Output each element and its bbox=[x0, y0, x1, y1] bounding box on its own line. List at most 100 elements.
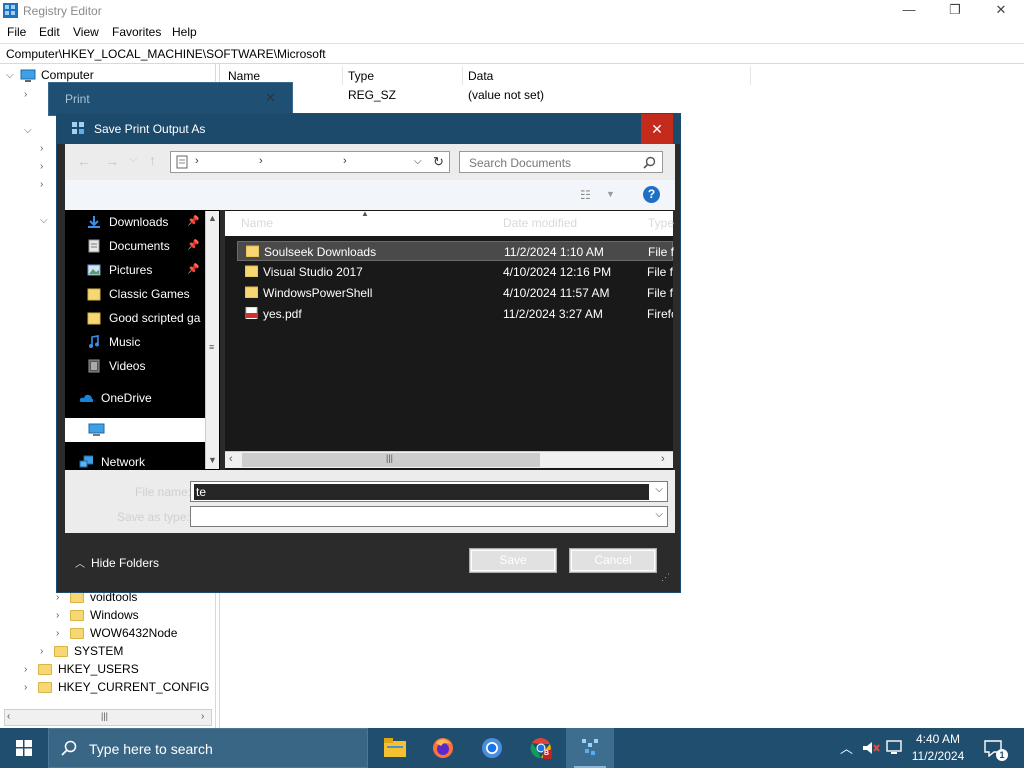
refresh-icon[interactable]: ↻ bbox=[433, 154, 444, 170]
scroll-thumb[interactable]: ||| bbox=[242, 453, 540, 467]
nav-item-network[interactable]: Network bbox=[79, 452, 145, 472]
save-as-type-select[interactable]: ⌵ bbox=[190, 506, 668, 527]
title-bar[interactable]: Registry Editor — ❐ ✕ bbox=[0, 0, 1024, 22]
chevron-right-icon[interactable]: › bbox=[40, 646, 50, 657]
menu-file[interactable]: File bbox=[7, 25, 26, 39]
resize-grip-icon[interactable]: ⋰ bbox=[661, 572, 670, 583]
chevron-down-icon[interactable]: ⌵ bbox=[655, 509, 663, 520]
taskbar-file-explorer[interactable] bbox=[370, 728, 418, 768]
scroll-right-icon[interactable]: › bbox=[661, 453, 665, 465]
nav-item-music[interactable]: Music bbox=[87, 332, 140, 352]
close-button[interactable]: ✕ bbox=[978, 0, 1024, 22]
view-options-icon[interactable]: ☷ bbox=[580, 188, 591, 202]
taskbar-search-placeholder: Type here to search bbox=[89, 741, 213, 757]
scroll-left-icon[interactable]: ‹ bbox=[229, 453, 233, 465]
menu-edit[interactable]: Edit bbox=[39, 25, 60, 39]
nav-item-pictures[interactable]: Pictures bbox=[87, 260, 152, 280]
hide-folders-toggle[interactable]: ︿ Hide Folders bbox=[75, 555, 159, 570]
network-status-icon[interactable] bbox=[886, 740, 904, 756]
tree-node-wow6432node[interactable]: › WOW6432Node bbox=[56, 624, 177, 642]
chevron-right-icon[interactable]: › bbox=[56, 628, 66, 639]
tree-node[interactable]: › bbox=[40, 139, 54, 157]
tree-node[interactable]: › bbox=[40, 175, 54, 193]
taskbar-search-box[interactable]: Type here to search bbox=[48, 728, 368, 768]
firefox-icon bbox=[433, 738, 453, 758]
minimize-button[interactable]: — bbox=[886, 0, 932, 22]
recent-locations-icon[interactable]: ⌵ bbox=[129, 153, 137, 166]
taskbar-firefox[interactable] bbox=[419, 728, 467, 768]
nav-item-classic-games[interactable]: Classic Games bbox=[87, 284, 190, 304]
column-header-name[interactable]: Name bbox=[241, 216, 273, 230]
menu-help[interactable]: Help bbox=[172, 25, 197, 39]
search-documents-input[interactable]: Search Documents bbox=[459, 151, 663, 173]
scroll-up-icon[interactable]: ▲ bbox=[208, 213, 217, 223]
breadcrumb-chevron-icon[interactable]: › bbox=[195, 155, 199, 167]
file-list-horizontal-scrollbar[interactable]: ‹ ||| › bbox=[225, 451, 673, 468]
address-dropdown-icon[interactable]: ⌵ bbox=[414, 156, 422, 167]
chevron-right-icon[interactable]: › bbox=[24, 664, 34, 675]
dialog-close-button[interactable]: ✕ bbox=[641, 114, 673, 144]
chevron-right-icon[interactable]: › bbox=[56, 610, 66, 621]
file-row-yes-pdf[interactable]: yes.pdf 11/2/2024 3:27 AM Firefo bbox=[237, 304, 673, 324]
forward-arrow-icon[interactable]: → bbox=[105, 153, 119, 169]
save-button[interactable]: Save bbox=[469, 548, 557, 573]
taskbar-registry-editor[interactable] bbox=[566, 728, 614, 768]
documents-icon bbox=[88, 239, 100, 253]
dialog-title-bar[interactable]: Save Print Output As ✕ bbox=[57, 114, 680, 144]
tree-node[interactable]: › bbox=[24, 85, 38, 103]
file-row-windowspowershell[interactable]: WindowsPowerShell 4/10/2024 11:57 AM Fil… bbox=[237, 283, 673, 303]
menu-view[interactable]: View bbox=[73, 25, 99, 39]
nav-pane-scrollbar[interactable]: ▲ ≡ ▼ bbox=[205, 211, 219, 469]
scroll-down-icon[interactable]: ▼ bbox=[208, 455, 217, 465]
cancel-button[interactable]: Cancel bbox=[569, 548, 657, 573]
volume-muted-icon[interactable] bbox=[862, 741, 880, 755]
start-button[interactable] bbox=[0, 728, 48, 768]
filename-input[interactable]: te ⌵ bbox=[190, 481, 668, 502]
print-close-icon[interactable]: ✕ bbox=[265, 90, 276, 106]
menu-favorites[interactable]: Favorites bbox=[112, 25, 161, 39]
nav-item-downloads[interactable]: Downloads bbox=[87, 212, 168, 232]
column-header-type[interactable]: Type bbox=[341, 66, 463, 85]
file-row-soulseek-downloads[interactable]: Soulseek Downloads 11/2/2024 1:10 AM Fil… bbox=[237, 241, 674, 261]
column-header-date[interactable]: Date modified bbox=[503, 216, 577, 230]
scroll-thumb[interactable]: ||| bbox=[101, 711, 108, 721]
show-hidden-icons-chevron-icon[interactable]: ︿ bbox=[840, 738, 853, 757]
taskbar-clock[interactable]: 4:40 AM 11/2/2024 bbox=[908, 731, 968, 765]
tree-node-system[interactable]: › SYSTEM bbox=[40, 642, 123, 660]
chevron-down-icon[interactable]: ⌵ bbox=[655, 484, 663, 495]
maximize-button[interactable]: ❐ bbox=[932, 0, 978, 22]
tree-node[interactable]: ⌵ bbox=[24, 121, 38, 139]
taskbar-chrome-beta[interactable]: B bbox=[517, 728, 565, 768]
nav-item-onedrive[interactable]: OneDrive bbox=[79, 388, 152, 408]
dialog-address-bar[interactable]: › › › ⌵ ↻ bbox=[170, 151, 450, 173]
print-window[interactable]: Print ✕ bbox=[48, 82, 293, 116]
chevron-right-icon[interactable]: › bbox=[24, 682, 34, 693]
taskbar-chrome[interactable] bbox=[468, 728, 516, 768]
tree-node-hkey-current-config[interactable]: › HKEY_CURRENT_CONFIG bbox=[24, 678, 209, 696]
up-arrow-icon[interactable]: ↑ bbox=[149, 152, 156, 168]
tree-node[interactable]: ⌵ bbox=[40, 211, 54, 229]
scroll-right-icon[interactable]: › bbox=[201, 711, 204, 722]
breadcrumb-chevron-icon[interactable]: › bbox=[259, 155, 263, 167]
view-dropdown-icon[interactable]: ▼ bbox=[606, 189, 615, 199]
back-arrow-icon[interactable]: ← bbox=[77, 153, 91, 169]
nav-item-this-pc[interactable] bbox=[65, 418, 205, 442]
search-icon[interactable] bbox=[643, 156, 656, 169]
breadcrumb-chevron-icon[interactable]: › bbox=[343, 155, 347, 167]
tree-node-hkey-users[interactable]: › HKEY_USERS bbox=[24, 660, 139, 678]
tree-node-windows[interactable]: › Windows bbox=[56, 606, 139, 624]
address-bar[interactable]: Computer\HKEY_LOCAL_MACHINE\SOFTWARE\Mic… bbox=[0, 43, 1024, 64]
scroll-left-icon[interactable]: ‹ bbox=[7, 711, 10, 722]
file-row-visual-studio-2017[interactable]: Visual Studio 2017 4/10/2024 12:16 PM Fi… bbox=[237, 262, 673, 282]
help-icon[interactable]: ? bbox=[643, 186, 660, 203]
column-header-type[interactable]: Type bbox=[648, 216, 674, 230]
tree-node[interactable]: › bbox=[40, 157, 54, 175]
chevron-right-icon[interactable]: › bbox=[56, 592, 66, 603]
nav-item-documents[interactable]: Documents bbox=[87, 236, 170, 256]
nav-item-videos[interactable]: Videos bbox=[87, 356, 145, 376]
nav-item-good-scripted[interactable]: Good scripted ga bbox=[87, 308, 207, 328]
tree-horizontal-scrollbar[interactable]: ‹ ||| › bbox=[4, 709, 212, 726]
scroll-thumb[interactable]: ≡ bbox=[209, 342, 214, 352]
column-header-data[interactable]: Data bbox=[461, 66, 751, 85]
chevron-down-icon[interactable]: ⌵ bbox=[6, 70, 16, 81]
